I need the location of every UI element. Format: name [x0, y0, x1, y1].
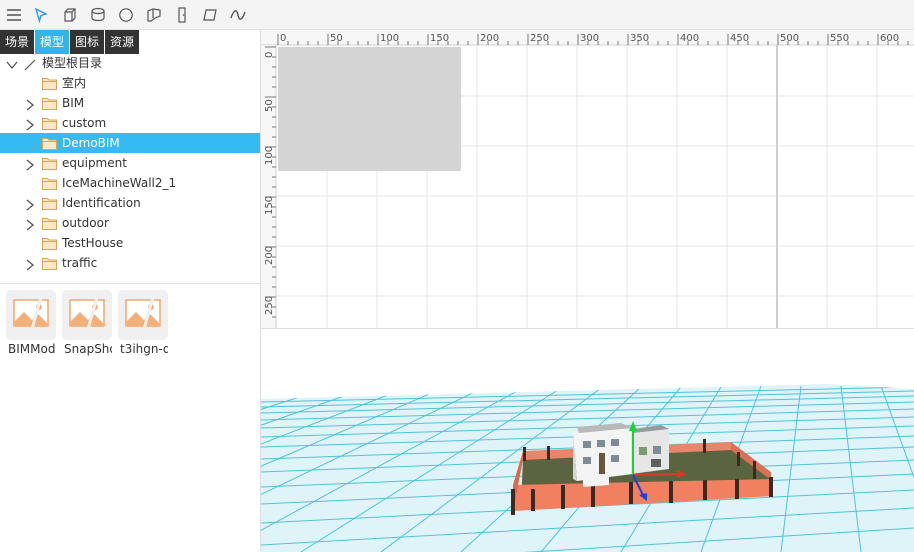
- thumbnail-label: BIMModel: [8, 342, 56, 356]
- tree-item-label: IceMachineWall2_1: [62, 176, 177, 190]
- image-placeholder-icon: [13, 293, 49, 337]
- chevron-right-icon[interactable]: [24, 257, 36, 271]
- panel-tabs: 场景 模型 图标 资源: [0, 30, 140, 54]
- scene-3d: [261, 384, 914, 552]
- ruler-top-label: 0: [280, 33, 286, 44]
- plane-icon[interactable]: [201, 6, 219, 24]
- tree-item-label: equipment: [62, 156, 127, 170]
- ruler-left-label: 50: [264, 99, 275, 112]
- chevron-right-icon[interactable]: [24, 197, 36, 211]
- image-placeholder-icon: [125, 293, 161, 337]
- tree-item-icemachinewall[interactable]: IceMachineWall2_1: [0, 173, 260, 193]
- chevron-right-icon[interactable]: [24, 157, 36, 171]
- sphere-icon[interactable]: [117, 6, 135, 24]
- chevron-right-icon[interactable]: [24, 97, 36, 111]
- tree-item-label: Identification: [62, 196, 141, 210]
- door-icon[interactable]: [173, 6, 191, 24]
- tree-root-label: 模型根目录: [42, 56, 103, 70]
- viewport-3d[interactable]: [261, 328, 914, 552]
- tree-root[interactable]: 模型根目录: [0, 53, 260, 73]
- thumbnail-item[interactable]: t3ihgn-de: [118, 290, 168, 356]
- toolbar: [0, 0, 914, 30]
- tree-item-bim[interactable]: BIM: [0, 93, 260, 113]
- folder-icon: [42, 136, 57, 150]
- tree-item-label: BIM: [62, 96, 85, 110]
- thumbnail-item[interactable]: BIMModel: [6, 290, 56, 356]
- tree-item-label: DemoBIM: [62, 136, 120, 150]
- chevron-down-icon[interactable]: [6, 57, 18, 70]
- tree-item-label: outdoor: [62, 216, 109, 230]
- image-placeholder-icon: [69, 293, 105, 337]
- folder-icon: [42, 156, 57, 170]
- folder-icon: [42, 76, 57, 90]
- chevron-right-icon[interactable]: [24, 217, 36, 231]
- tab-icon[interactable]: 图标: [70, 30, 105, 54]
- tree-item-label: custom: [62, 116, 107, 130]
- tab-resource[interactable]: 资源: [105, 30, 140, 54]
- folder-icon: [42, 176, 57, 190]
- folder-icon: [42, 196, 57, 210]
- ruler-left-label: 200: [264, 246, 275, 265]
- ruler-top-label: 50: [330, 33, 343, 44]
- model-tree: 模型根目录 室内 BIM custom DemoBIM equipment Ic…: [0, 53, 260, 273]
- thumbnail-label: SnapShot: [64, 342, 112, 356]
- cube-icon[interactable]: [61, 6, 79, 24]
- folder-icon: [42, 256, 57, 270]
- tree-item-custom[interactable]: custom: [0, 113, 260, 133]
- ruler-top-label: 550: [830, 33, 849, 44]
- tree-item-testhouse[interactable]: TestHouse: [0, 233, 260, 253]
- polygon-icon[interactable]: [145, 6, 163, 24]
- ruler-top-label: 500: [780, 33, 799, 44]
- ruler-top-label: 350: [630, 33, 649, 44]
- tree-item-demobim[interactable]: DemoBIM: [0, 133, 260, 153]
- tree-item-label: TestHouse: [62, 236, 124, 250]
- ruler-top-label: 450: [730, 33, 749, 44]
- ruler-top-label: 250: [530, 33, 549, 44]
- slash-icon: [24, 57, 36, 71]
- folder-icon: [42, 116, 57, 130]
- ruler-left-label: 0: [264, 52, 275, 58]
- ruler-top-label: 150: [430, 33, 449, 44]
- canvas-2d[interactable]: 0 50 100 150 200 250 300 350 400 450 500…: [261, 30, 914, 328]
- canvas-2d-surface: 0 50 100 150 200 250 300 350 400 450 500…: [261, 30, 914, 328]
- tree-item-label: traffic: [62, 256, 98, 270]
- ruler-left-label: 100: [264, 146, 275, 165]
- curve-icon[interactable]: [229, 6, 247, 24]
- folder-icon: [42, 96, 57, 110]
- tree-item-traffic[interactable]: traffic: [0, 253, 260, 273]
- folder-icon: [42, 236, 57, 250]
- ruler-top-label: 400: [680, 33, 699, 44]
- folder-icon: [42, 216, 57, 230]
- tab-model[interactable]: 模型: [35, 30, 70, 54]
- thumbnail-label: t3ihgn-de: [120, 342, 168, 356]
- tree-item-identification[interactable]: Identification: [0, 193, 260, 213]
- panel-divider: [0, 283, 260, 284]
- tree-item-outdoor[interactable]: outdoor: [0, 213, 260, 233]
- canvas-page-area: [278, 47, 461, 171]
- ruler-left-label: 150: [264, 196, 275, 215]
- ruler-top-label: 200: [480, 33, 499, 44]
- thumbnail-item[interactable]: SnapShot: [62, 290, 112, 356]
- ruler-top-label: 600: [880, 33, 899, 44]
- ruler-top-label: 100: [380, 33, 399, 44]
- cylinder-icon[interactable]: [89, 6, 107, 24]
- chevron-right-icon[interactable]: [24, 117, 36, 131]
- ruler-left-label: 250: [264, 296, 275, 315]
- tree-item-label: 室内: [62, 76, 87, 90]
- tree-item-indoor[interactable]: 室内: [0, 73, 260, 93]
- menu-icon[interactable]: [5, 6, 23, 24]
- tree-item-equipment[interactable]: equipment: [0, 153, 260, 173]
- ruler-top-label: 300: [580, 33, 599, 44]
- tab-scene[interactable]: 场景: [0, 30, 35, 54]
- pointer-icon[interactable]: [32, 6, 50, 24]
